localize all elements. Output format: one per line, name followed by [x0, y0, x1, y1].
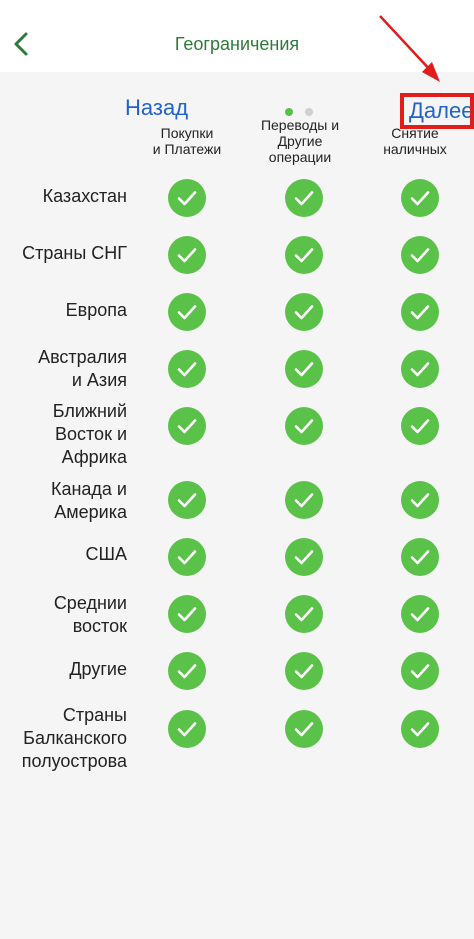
check-icon: [168, 538, 206, 576]
row-label-usa: США: [85, 544, 127, 564]
check-icon: [168, 710, 206, 748]
check-icon: [285, 710, 323, 748]
row-label-europe: Европа: [65, 300, 127, 320]
check-icon: [401, 481, 439, 519]
check-icon: [285, 236, 323, 274]
row-label-australia-asia: Австралия и Азия: [38, 347, 127, 390]
check-icon: [168, 481, 206, 519]
column-header-cash: Снятие наличных: [383, 125, 447, 157]
row-label-cis: Страны СНГ: [22, 243, 127, 263]
check-icon: [285, 179, 323, 217]
check-icon: [168, 350, 206, 388]
check-icon: [285, 538, 323, 576]
row-label-balkans: Страны Балканского полуострова: [21, 705, 127, 771]
row-label-middle-east: Среднии восток: [53, 593, 127, 636]
check-icon: [401, 236, 439, 274]
check-icon: [401, 595, 439, 633]
check-icon: [168, 652, 206, 690]
column-header-purchases: Покупки и Платежи: [152, 125, 222, 157]
check-icon: [285, 293, 323, 331]
check-icon: [401, 710, 439, 748]
row-label-kazakhstan: Казахстан: [42, 186, 127, 206]
check-icon: [285, 652, 323, 690]
row-label-middle-east-africa: Ближний Восток и Африка: [52, 401, 127, 467]
row-label-canada-america: Канада и Америка: [50, 479, 127, 522]
check-icon: [168, 179, 206, 217]
column-header-transfers: Переводы и Другие операции: [260, 117, 340, 165]
check-icon: [168, 236, 206, 274]
check-icon: [401, 179, 439, 217]
check-icon: [401, 350, 439, 388]
back-link[interactable]: Назад: [125, 95, 188, 121]
check-icon: [285, 407, 323, 445]
check-icon: [285, 595, 323, 633]
next-link[interactable]: Далее: [409, 98, 470, 124]
check-icon: [168, 407, 206, 445]
red-arrow-icon: [379, 15, 440, 82]
page-dot-active: [285, 108, 293, 116]
check-icon: [168, 595, 206, 633]
page-dot-inactive: [305, 108, 313, 116]
check-icon: [168, 293, 206, 331]
check-icon: [401, 652, 439, 690]
check-icon: [401, 538, 439, 576]
row-label-other: Другие: [69, 659, 127, 679]
check-icon: [285, 350, 323, 388]
check-icon: [285, 481, 323, 519]
check-icon: [401, 407, 439, 445]
check-icon: [401, 293, 439, 331]
next-link-highlight[interactable]: Далее: [400, 93, 474, 129]
